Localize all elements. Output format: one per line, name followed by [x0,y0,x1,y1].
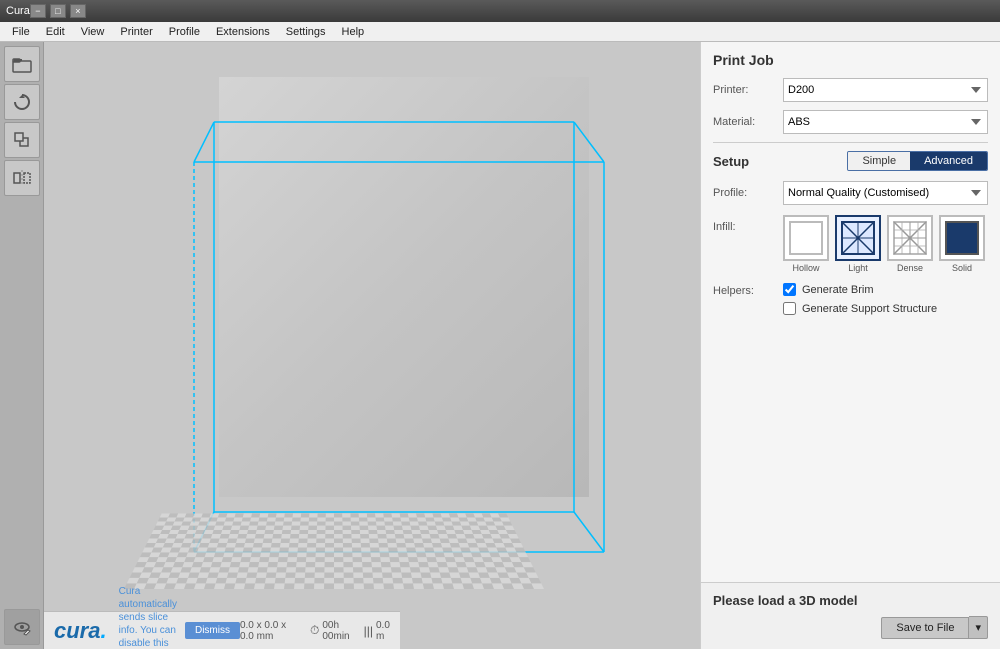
setup-tab-group: Simple Advanced [847,151,988,171]
helpers-row: Helpers: Generate Brim Generate Support … [713,283,988,315]
printer-select[interactable]: D200 [783,78,988,102]
material-label: Material: [713,116,783,128]
generate-support-checkbox[interactable] [783,302,796,315]
cura-dot: . [100,618,106,643]
3d-scene [44,42,700,649]
infill-hollow-label: Hollow [792,263,819,273]
setup-section: Setup Simple Advanced [713,151,988,171]
time-display: ⏱ 00h 00min [310,620,352,642]
setup-header: Setup Simple Advanced [713,151,988,171]
save-row: Save to File ▾ [713,616,988,639]
infill-solid[interactable]: Solid [939,215,985,273]
infill-section: Infill: Hollow [713,215,988,273]
dimensions-display: 0.0 x 0.0 x 0.0 mm [240,620,298,642]
infill-solid-label: Solid [952,263,972,273]
divider-1 [713,142,988,143]
app-title: Cura [6,5,30,17]
menu-edit[interactable]: Edit [38,24,73,40]
menu-settings[interactable]: Settings [278,24,334,40]
save-to-file-btn[interactable]: Save to File [881,617,969,639]
profile-select[interactable]: Normal Quality (Customised) [783,181,988,205]
infill-row: Infill: Hollow [713,215,988,273]
cura-logo: cura [54,618,100,643]
generate-brim-row[interactable]: Generate Brim [783,283,937,296]
material-row: Material: ABS [713,110,988,134]
menu-extensions[interactable]: Extensions [208,24,278,40]
infill-dense[interactable]: Dense [887,215,933,273]
notification-text: Cura automatically sends slice info. You… [119,585,177,649]
menu-printer[interactable]: Printer [112,24,160,40]
menu-view[interactable]: View [73,24,113,40]
infill-hollow[interactable]: Hollow [783,215,829,273]
menu-help[interactable]: Help [334,24,373,40]
infill-label: Infill: [713,221,783,233]
infill-dense-label: Dense [897,263,923,273]
print-settings-panel: Print Job Printer: D200 Material: ABS Se… [701,42,1000,582]
tab-advanced[interactable]: Advanced [910,152,987,170]
view-mode-btn[interactable] [4,609,40,645]
distance-display: ||| 0.0 m [364,620,390,642]
dimensions-value: 0.0 x 0.0 x 0.0 mm [240,620,298,642]
profile-row: Profile: Normal Quality (Customised) [713,181,988,205]
right-panel: Print Job Printer: D200 Material: ABS Se… [700,42,1000,649]
minimize-btn[interactable]: − [30,4,46,18]
print-job-title: Print Job [713,52,988,68]
viewport[interactable]: cura. Cura automatically sends slice inf… [44,42,700,649]
time-value: 00h 00min [322,620,351,642]
profile-label: Profile: [713,187,783,199]
infill-dense-icon [887,215,933,261]
infill-hollow-icon [783,215,829,261]
generate-brim-checkbox[interactable] [783,283,796,296]
setup-label: Setup [713,154,749,169]
menubar: File Edit View Printer Profile Extension… [0,22,1000,42]
maximize-btn[interactable]: □ [50,4,66,18]
infill-solid-icon [939,215,985,261]
menu-file[interactable]: File [4,24,38,40]
load-model-text: Please load a 3D model [713,593,988,608]
rotate-btn[interactable] [4,84,40,120]
helpers-checks: Generate Brim Generate Support Structure [783,283,937,315]
close-btn[interactable]: × [70,4,86,18]
menu-profile[interactable]: Profile [161,24,208,40]
printer-label: Printer: [713,84,783,96]
dismiss-btn[interactable]: Dismiss [185,622,240,639]
generate-support-row[interactable]: Generate Support Structure [783,302,937,315]
generate-brim-label: Generate Brim [802,284,874,296]
printer-row: Printer: D200 [713,78,988,102]
titlebar: Cura − □ × [0,0,1000,22]
scale-btn[interactable] [4,122,40,158]
material-select[interactable]: ABS [783,110,988,134]
main-layout: cura. Cura automatically sends slice inf… [0,42,1000,649]
left-toolbar [0,42,44,649]
tab-simple[interactable]: Simple [848,152,910,170]
grid-floor [124,514,544,589]
save-dropdown-btn[interactable]: ▾ [969,616,988,639]
infill-light[interactable]: Light [835,215,881,273]
open-file-btn[interactable] [4,46,40,82]
status-info: 0.0 x 0.0 x 0.0 mm ⏱ 00h 00min ||| 0.0 m [240,620,390,642]
infill-light-icon [835,215,881,261]
infill-light-label: Light [848,263,868,273]
statusbar: cura. Cura automatically sends slice inf… [44,611,400,649]
notification-area: Cura automatically sends slice info. You… [119,585,240,649]
right-panel-bottom: Please load a 3D model Save to File ▾ [701,582,1000,649]
distance-value: 0.0 m [376,620,390,642]
mirror-btn[interactable] [4,160,40,196]
generate-support-label: Generate Support Structure [802,303,937,315]
helpers-label: Helpers: [713,285,783,297]
infill-options: Hollow [783,215,985,273]
